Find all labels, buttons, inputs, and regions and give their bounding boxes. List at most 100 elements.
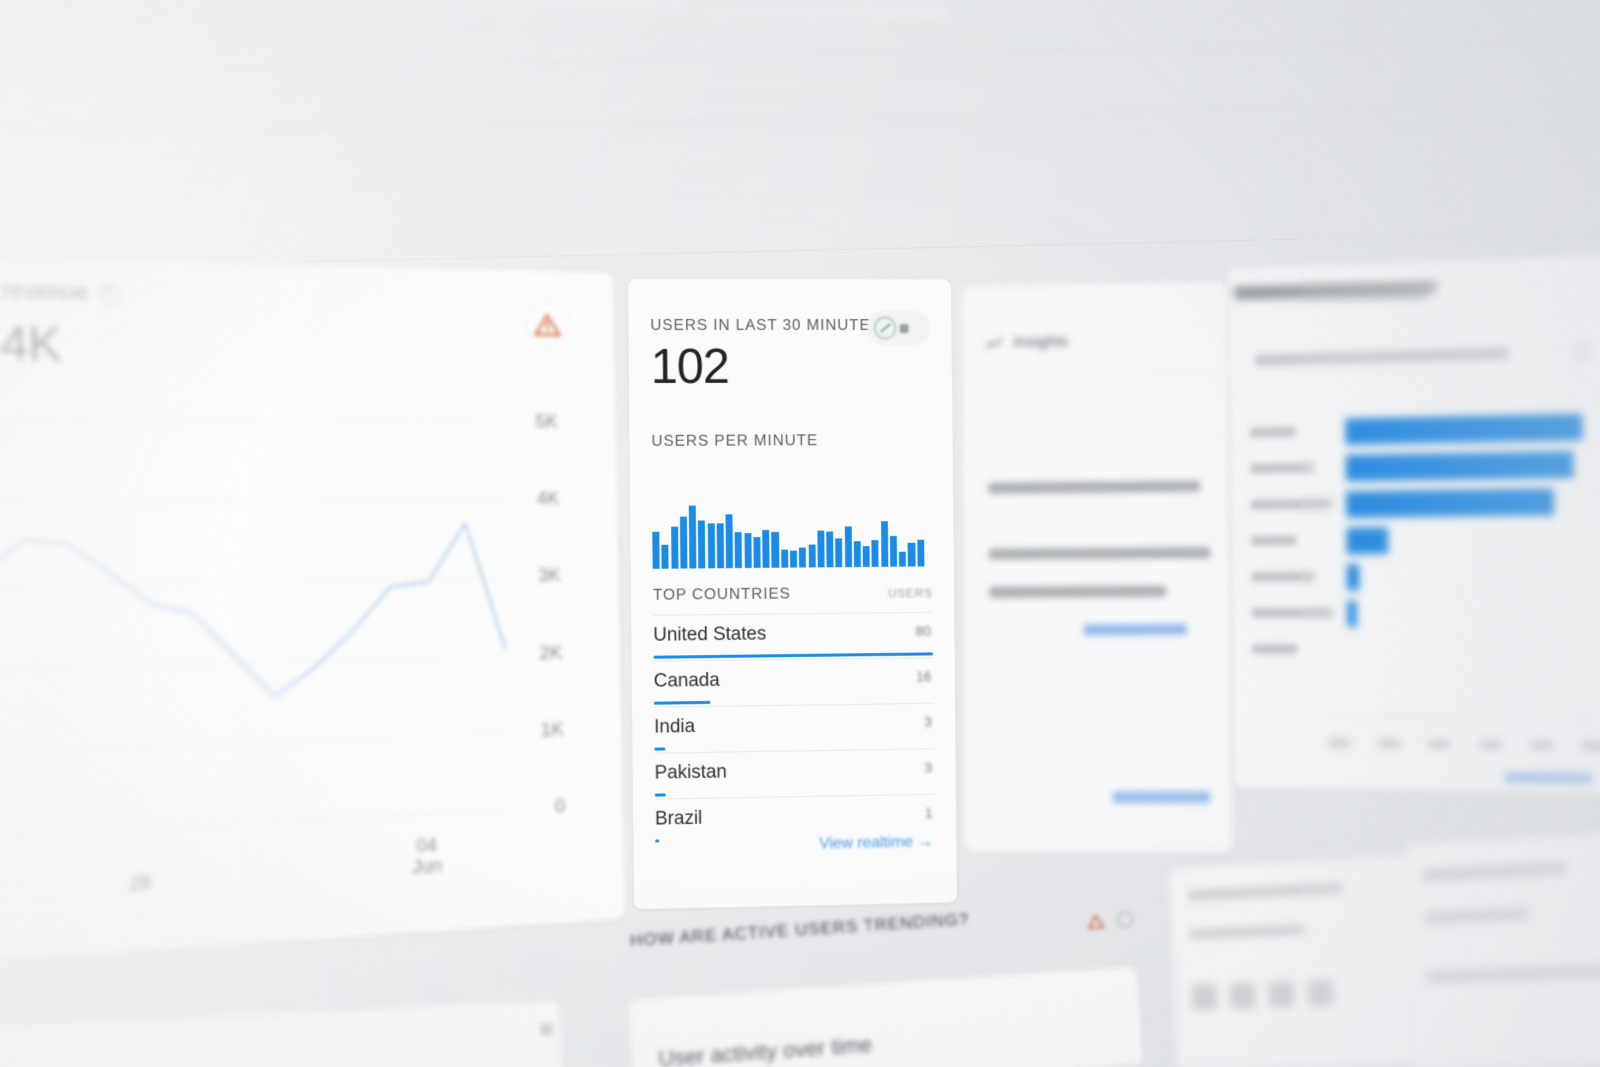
users-per-minute-bar xyxy=(889,535,898,567)
browser-tab[interactable] xyxy=(700,4,950,22)
bar-axis-ticks xyxy=(1328,737,1600,752)
users-per-minute-bar xyxy=(688,506,697,569)
bar-row-value xyxy=(1346,527,1389,555)
realtime-status-badge[interactable] xyxy=(867,311,931,345)
users-per-minute-bar xyxy=(771,531,779,568)
horizontal-bar-row xyxy=(1249,409,1600,453)
users-per-minute-bar xyxy=(862,546,870,567)
view-realtime-link[interactable]: View realtime → xyxy=(819,833,933,853)
metric-value: $74K xyxy=(0,314,62,372)
horizontal-bar-row xyxy=(1250,446,1600,488)
insights-card: Insights xyxy=(960,281,1234,853)
top-countries-header: TOP COUNTRIES USERS xyxy=(653,584,933,605)
users-per-minute-bar xyxy=(698,520,706,569)
country-row[interactable]: India 3 xyxy=(653,702,934,753)
depth-blur-top xyxy=(0,0,1600,230)
country-bar xyxy=(654,747,666,751)
country-name: Brazil xyxy=(654,807,703,830)
browser-tab[interactable] xyxy=(400,0,690,18)
share-icon[interactable] xyxy=(1116,911,1134,928)
toolbar-seam xyxy=(0,126,1600,127)
panel-seam xyxy=(0,101,1600,136)
users-per-minute-bar xyxy=(661,544,669,569)
users-per-minute-bar xyxy=(917,539,925,567)
panel-seam xyxy=(0,39,1600,74)
help-circle-icon[interactable]: ? xyxy=(98,283,120,304)
bottom-right-card-1 xyxy=(1169,855,1422,1067)
horizontal-bar-row xyxy=(1250,521,1600,561)
bar-card-subtitle xyxy=(1254,347,1509,367)
sparkline-icon xyxy=(985,337,1003,350)
users-per-minute-bar xyxy=(844,525,852,568)
country-user-count: 1 xyxy=(924,804,933,821)
country-bar xyxy=(655,839,660,843)
bar-row-value xyxy=(1345,413,1583,445)
y-axis-tick: 5K xyxy=(535,411,559,433)
users-per-minute-bar xyxy=(753,536,761,568)
insights-action-link[interactable] xyxy=(1112,791,1211,804)
insight-text-line xyxy=(988,480,1200,494)
insight-text-line xyxy=(988,547,1211,560)
bar-row-label xyxy=(1251,607,1334,618)
users-per-minute-bar xyxy=(734,532,743,569)
gear-icon[interactable] xyxy=(1573,342,1591,360)
users-per-minute-bar xyxy=(871,539,879,567)
active-users-section: HOW ARE ACTIVE USERS TRENDING? User acti… xyxy=(615,887,1172,1067)
horizontal-bar-row xyxy=(1251,558,1600,597)
country-row[interactable]: Canada 16 xyxy=(653,657,934,707)
country-name: United States xyxy=(653,623,767,646)
dashboard-photo-scene: age engagement time ? 51s Total revenue … xyxy=(0,0,1600,1067)
users-per-minute-bar xyxy=(908,542,916,567)
x-axis-tick: 28 xyxy=(128,871,152,895)
y-axis-tick: 2K xyxy=(539,642,563,664)
y-axis-tick: 1K xyxy=(540,718,564,742)
users-per-minute-bar xyxy=(790,550,798,568)
section-title: HOW ARE ACTIVE USERS TRENDING? xyxy=(629,909,970,951)
users-per-minute-bar xyxy=(707,523,715,569)
users-per-minute-bar xyxy=(826,531,834,568)
revenue-card: age engagement time ? 51s Total revenue … xyxy=(0,243,626,990)
metric-row: age engagement time ? 51s Total revenue … xyxy=(0,276,587,371)
users-per-minute-bar xyxy=(799,547,807,568)
top-right-card-header xyxy=(1218,278,1558,322)
y-axis-tick: 4K xyxy=(536,488,560,510)
horizontal-bar-row xyxy=(1251,596,1600,633)
country-bar xyxy=(654,793,667,797)
bar-row-label xyxy=(1251,644,1298,655)
bar-row-label xyxy=(1249,426,1296,438)
insights-header: Insights xyxy=(985,333,1069,352)
realtime-users-card: USERS IN LAST 30 MINUTES 102 USERS PER M… xyxy=(626,277,958,910)
top-countries-list: United States 80 Canada 16 India 3 Pakistan 3 Br… xyxy=(653,611,935,845)
users-per-minute-bar xyxy=(670,526,679,569)
country-row[interactable]: United States 80 xyxy=(653,611,934,661)
y-axis-tick: 0 xyxy=(554,795,566,818)
bottom-right-card-2 xyxy=(1403,831,1600,1067)
warning-triangle-glyph xyxy=(534,313,560,337)
users-per-minute-bar xyxy=(744,533,752,568)
revenue-line-chart: 5K 4K 3K 2K 1K 0 21 28 04 Jun xyxy=(0,411,566,894)
country-user-count: 16 xyxy=(916,668,932,685)
horizontal-bar-row xyxy=(1250,484,1600,525)
bar-axis-line xyxy=(1328,716,1600,720)
more-options-icon[interactable] xyxy=(899,323,909,333)
horizontal-bar-rows xyxy=(1249,409,1600,670)
country-user-count: 80 xyxy=(915,622,931,639)
insight-inline-link[interactable] xyxy=(1083,623,1187,636)
x-axis-tick: 04 Jun xyxy=(412,834,442,878)
country-user-count: 3 xyxy=(924,713,932,730)
realtime-pulse-icon xyxy=(874,317,896,339)
users-per-minute-bar xyxy=(716,523,725,569)
users-per-minute-bar xyxy=(679,516,688,569)
bottom-left-card xyxy=(0,1000,565,1067)
warning-triangle-icon[interactable] xyxy=(1087,913,1104,929)
horizontal-bar-row xyxy=(1251,633,1600,670)
users-per-minute-bar xyxy=(652,532,660,569)
users-per-minute-bar xyxy=(808,544,816,568)
warning-triangle-icon[interactable] xyxy=(524,300,571,349)
bar-card-link[interactable] xyxy=(1504,771,1593,785)
country-row[interactable]: Pakistan 3 xyxy=(654,748,935,799)
bar-row-label xyxy=(1250,535,1297,546)
bar-row-value xyxy=(1347,600,1357,627)
country-name: India xyxy=(654,716,696,738)
bar-row-label xyxy=(1250,462,1314,474)
